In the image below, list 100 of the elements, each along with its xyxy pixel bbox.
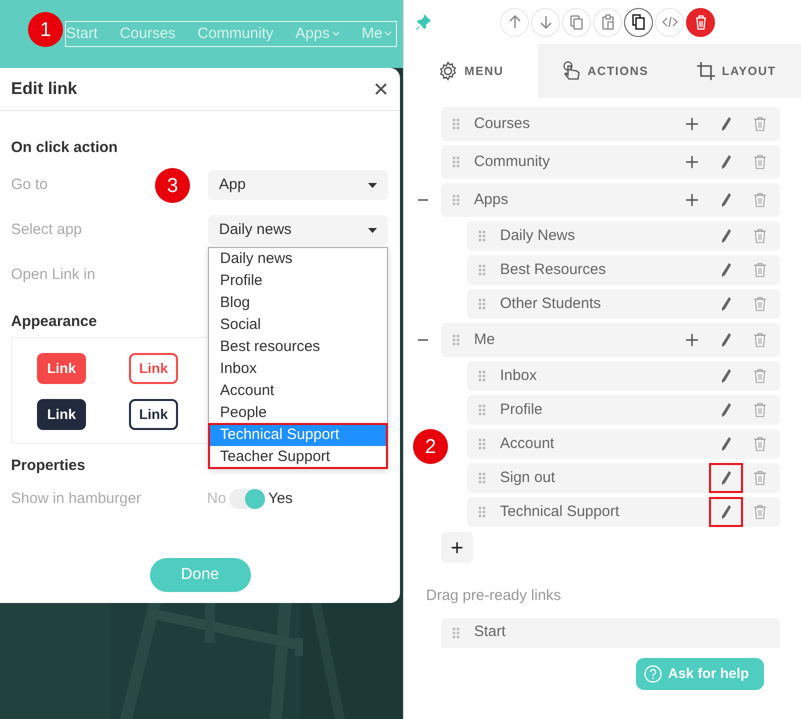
copy-icon — [630, 14, 646, 30]
code-icon — [662, 14, 678, 30]
tab[interactable]: ACTIONS — [538, 44, 672, 98]
dropdown-option[interactable]: Social — [209, 314, 387, 336]
pencil-icon — [721, 505, 731, 519]
menu-item-row[interactable]: Me — [441, 323, 780, 357]
crop-icon — [696, 61, 716, 81]
dropdown-option[interactable]: Technical Support — [209, 424, 387, 446]
trash-icon — [754, 297, 766, 311]
menu-item-row[interactable]: Sign out — [467, 463, 780, 493]
trash-icon — [754, 333, 766, 347]
pointer-hand-icon — [562, 61, 582, 81]
section-heading: Appearance — [11, 312, 97, 332]
dropdown-option[interactable]: Teacher Support — [209, 446, 387, 468]
dropdown-option[interactable]: People — [209, 402, 387, 424]
menu-item-label: Apps — [474, 190, 510, 210]
link-style-button[interactable]: Link — [37, 399, 86, 430]
drag-handle-icon — [478, 404, 486, 416]
menu-item-label: Courses — [474, 114, 531, 134]
minus-icon — [418, 199, 428, 201]
edit-button[interactable] — [709, 497, 743, 527]
menu-item-label: Community — [474, 152, 551, 172]
pencil-icon — [721, 117, 731, 131]
tab[interactable]: MENU — [404, 44, 538, 98]
menu-item-row[interactable]: Best Resources — [467, 255, 780, 285]
plus-icon — [686, 334, 698, 346]
select-field[interactable]: App — [208, 170, 388, 200]
pencil-icon — [721, 155, 731, 169]
menu-item-row[interactable]: Community — [441, 145, 780, 179]
menu-item-label: Profile — [500, 400, 544, 420]
section-heading: Properties — [11, 456, 86, 476]
menu-item-label: Me — [474, 330, 496, 350]
link-style-button[interactable]: Link — [129, 353, 178, 384]
pencil-icon — [721, 297, 731, 311]
pencil-icon — [721, 333, 731, 347]
tab[interactable]: LAYOUT — [672, 44, 800, 98]
menu-item-row[interactable]: Other Students — [467, 289, 780, 319]
drag-handle-icon — [478, 298, 486, 310]
drag-handle-icon — [452, 626, 460, 638]
clipboard-icon — [600, 14, 616, 30]
menu-item-row[interactable]: Profile — [467, 395, 780, 425]
plus-icon — [686, 194, 698, 206]
close-icon — [375, 83, 387, 95]
menu-item-row[interactable]: Technical Support — [467, 497, 780, 527]
dropdown-option[interactable]: Profile — [209, 270, 387, 292]
trash-icon — [754, 369, 766, 383]
menu-item-label: Technical Support — [500, 502, 620, 522]
pencil-icon — [721, 471, 731, 485]
menu-item-label: Best Resources — [500, 260, 607, 280]
arrow-down-icon — [538, 14, 554, 30]
caret-down-icon — [368, 182, 377, 188]
drag-handle-icon — [452, 156, 460, 168]
section-heading: Drag pre-ready links — [426, 586, 562, 606]
field-label: Open Link in — [11, 266, 96, 283]
ready-link-row[interactable]: Start — [441, 618, 780, 648]
pin-icon — [414, 13, 432, 31]
trash-icon — [754, 471, 766, 485]
chevron-down-icon — [332, 31, 340, 37]
menu-item-label: Start — [474, 622, 507, 642]
drag-handle-icon — [478, 506, 486, 518]
pencil-icon — [721, 263, 731, 277]
menu-item-row[interactable]: Daily News — [467, 221, 780, 251]
plus-icon — [686, 156, 698, 168]
drag-handle-icon — [452, 194, 460, 206]
trash-icon — [754, 155, 766, 169]
minus-icon — [418, 339, 428, 341]
link-style-button[interactable]: Link — [37, 353, 86, 384]
close-button[interactable] — [375, 83, 387, 95]
help-icon — [644, 664, 662, 682]
dropdown-option[interactable]: Blog — [209, 292, 387, 314]
dropdown-option[interactable]: Best resources — [209, 336, 387, 358]
menu-item-row[interactable]: Account — [467, 429, 780, 459]
trash-icon — [754, 117, 766, 131]
menu-item-label: Account — [500, 434, 556, 454]
trash-icon — [754, 505, 766, 519]
copy-icon — [568, 14, 584, 30]
field-label: Go to — [11, 176, 48, 193]
drag-handle-icon — [478, 264, 486, 276]
plus-icon — [686, 118, 698, 130]
trash-icon — [754, 193, 766, 207]
menu-item-label: Inbox — [500, 366, 538, 386]
menu-item-row[interactable]: Apps — [441, 183, 780, 217]
toggle-switch[interactable] — [229, 489, 266, 509]
menu-item-row[interactable]: Courses — [441, 107, 780, 141]
menu-item-row[interactable]: Inbox — [467, 361, 780, 391]
dropdown-option[interactable]: Daily news — [209, 248, 387, 270]
toolbar-button[interactable] — [624, 8, 653, 36]
dropdown-option[interactable]: Account — [209, 380, 387, 402]
select-field[interactable]: Daily news — [208, 215, 388, 245]
menu-item-label: Sign out — [500, 468, 556, 488]
dropdown-option[interactable]: Inbox — [209, 358, 387, 380]
trash-icon — [754, 229, 766, 243]
edit-button[interactable] — [709, 463, 743, 493]
add-item-button[interactable]: + — [441, 532, 473, 563]
arrow-up-icon — [506, 14, 522, 30]
link-style-button[interactable]: Link — [129, 399, 178, 430]
trash-icon — [754, 263, 766, 277]
menu-item-label: Other Students — [500, 294, 602, 314]
field-label: Select app — [11, 221, 82, 238]
chevron-down-icon — [384, 31, 392, 37]
